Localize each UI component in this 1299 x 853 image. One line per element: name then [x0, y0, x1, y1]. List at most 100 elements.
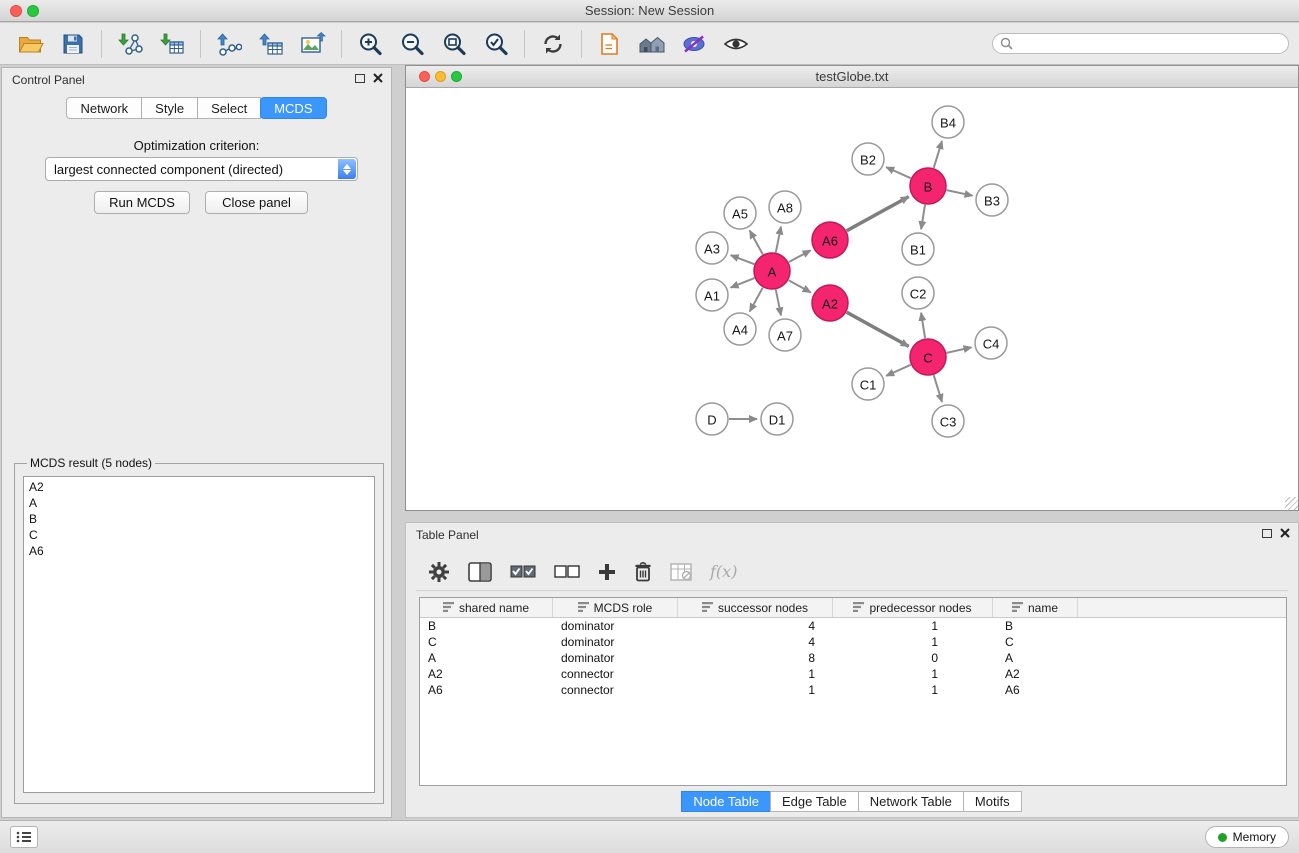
memory-button[interactable]: Memory — [1205, 826, 1289, 848]
graph-edge-A-A1[interactable] — [731, 278, 755, 288]
mcds-result-list[interactable]: A2ABCA6 — [23, 476, 375, 793]
network-window-close-button[interactable] — [419, 71, 430, 82]
table-row[interactable]: A6connector11A6 — [420, 682, 1286, 698]
network-window-minimize-button[interactable] — [435, 71, 446, 82]
zoom-in-button[interactable] — [349, 26, 391, 62]
graph-edge-C-C4[interactable] — [947, 347, 972, 353]
zoom-fit-button[interactable] — [433, 26, 475, 62]
resize-grip[interactable] — [1285, 497, 1298, 510]
table-cell[interactable]: 4 — [678, 634, 833, 650]
mcds-result-item[interactable]: A — [29, 495, 369, 511]
network-window-zoom-button[interactable] — [451, 71, 462, 82]
graph-node-B[interactable]: B — [910, 168, 946, 204]
eye-button[interactable] — [715, 26, 757, 62]
graph-node-A5[interactable]: A5 — [724, 197, 756, 229]
zoom-out-button[interactable] — [391, 26, 433, 62]
tab-select[interactable]: Select — [197, 97, 261, 119]
graph-node-A2[interactable]: A2 — [812, 285, 848, 321]
network-graph[interactable]: AA6A2BCA5A8A3A1A4A7B1B2B3B4C1C2C3C4DD1 — [406, 89, 1298, 510]
column-header-successor-nodes[interactable]: successor nodes — [678, 598, 833, 617]
graph-edge-A-A7[interactable] — [776, 290, 781, 316]
mcds-result-item[interactable]: C — [29, 527, 369, 543]
graph-edge-B-B1[interactable] — [921, 205, 925, 229]
graph-edge-C-C2[interactable] — [921, 313, 925, 338]
function-builder-button[interactable]: f(x) — [710, 562, 737, 581]
graph-node-C4[interactable]: C4 — [975, 327, 1007, 359]
window-zoom-button[interactable] — [27, 5, 39, 17]
column-header-name[interactable]: name — [993, 598, 1078, 617]
table-row[interactable]: Bdominator41B — [420, 618, 1286, 634]
create-column-button[interactable] — [598, 563, 616, 581]
close-panel-icon[interactable] — [373, 73, 383, 83]
graph-node-B2[interactable]: B2 — [852, 143, 884, 175]
table-cell[interactable]: connector — [553, 666, 678, 682]
graph-edge-A-A5[interactable] — [750, 231, 763, 255]
table-cell[interactable]: A2 — [420, 666, 553, 682]
table-cell[interactable]: 1 — [833, 682, 993, 698]
table-row[interactable]: A2connector11A2 — [420, 666, 1286, 682]
graph-node-D1[interactable]: D1 — [761, 403, 793, 435]
deselect-all-button[interactable] — [554, 563, 580, 581]
table-cell[interactable]: 0 — [833, 650, 993, 666]
graph-node-A8[interactable]: A8 — [769, 191, 801, 223]
table-cell[interactable]: 1 — [833, 634, 993, 650]
graph-node-B4[interactable]: B4 — [932, 106, 964, 138]
tab-edge-table[interactable]: Edge Table — [770, 791, 859, 812]
table-options-button[interactable] — [670, 563, 692, 581]
open-file-button[interactable] — [10, 26, 52, 62]
graph-node-A1[interactable]: A1 — [696, 279, 728, 311]
graph-edge-A-A6[interactable] — [789, 250, 811, 262]
table-cell[interactable]: A — [993, 650, 1078, 666]
tab-network[interactable]: Network — [66, 97, 142, 119]
export-image-button[interactable] — [292, 26, 334, 62]
table-cell[interactable]: 1 — [833, 618, 993, 634]
graph-edge-A6-B[interactable] — [847, 197, 909, 231]
graph-node-B1[interactable]: B1 — [902, 233, 934, 265]
graph-node-A4[interactable]: A4 — [724, 313, 756, 345]
table-cell[interactable]: A6 — [420, 682, 553, 698]
tab-node-table[interactable]: Node Table — [681, 791, 771, 812]
mcds-result-item[interactable]: A2 — [29, 479, 369, 495]
graph-node-C3[interactable]: C3 — [932, 405, 964, 437]
graph-node-C[interactable]: C — [910, 339, 946, 375]
select-all-button[interactable] — [510, 563, 536, 581]
zoom-selected-button[interactable] — [475, 26, 517, 62]
graph-edge-B-B2[interactable] — [886, 167, 911, 178]
table-row[interactable]: Adominator80A — [420, 650, 1286, 666]
table-cell[interactable]: dominator — [553, 650, 678, 666]
graph-node-A6[interactable]: A6 — [812, 222, 848, 258]
float-panel-icon[interactable] — [1262, 529, 1272, 538]
table-cell[interactable]: B — [993, 618, 1078, 634]
houses-button[interactable] — [631, 26, 673, 62]
status-menu-button[interactable] — [10, 826, 38, 848]
table-cell[interactable]: C — [993, 634, 1078, 650]
graph-edge-A-A8[interactable] — [776, 227, 781, 253]
column-header-predecessor-nodes[interactable]: predecessor nodes — [833, 598, 993, 617]
float-panel-icon[interactable] — [355, 74, 365, 83]
table-cell[interactable]: 1 — [678, 682, 833, 698]
export-network-button[interactable] — [208, 26, 250, 62]
graph-edge-C-C3[interactable] — [934, 375, 942, 402]
delete-column-button[interactable] — [634, 561, 652, 582]
mcds-result-item[interactable]: B — [29, 511, 369, 527]
table-cell[interactable]: 1 — [833, 666, 993, 682]
table-cell[interactable]: 1 — [678, 666, 833, 682]
network-canvas[interactable]: AA6A2BCA5A8A3A1A4A7B1B2B3B4C1C2C3C4DD1 — [406, 89, 1298, 510]
tab-motifs[interactable]: Motifs — [963, 791, 1022, 812]
save-session-button[interactable] — [52, 26, 94, 62]
graph-node-B3[interactable]: B3 — [976, 184, 1008, 216]
tab-mcds[interactable]: MCDS — [260, 97, 326, 119]
export-table-button[interactable] — [250, 26, 292, 62]
tab-network-table[interactable]: Network Table — [858, 791, 964, 812]
table-cell[interactable]: dominator — [553, 618, 678, 634]
table-row[interactable]: Cdominator41C — [420, 634, 1286, 650]
column-header-MCDS-role[interactable]: MCDS role — [553, 598, 678, 617]
document-button[interactable] — [589, 26, 631, 62]
table-cell[interactable]: A6 — [993, 682, 1078, 698]
table-cell[interactable]: dominator — [553, 634, 678, 650]
graph-edge-C-C1[interactable] — [886, 365, 911, 376]
show-columns-button[interactable] — [468, 562, 492, 582]
graph-edge-A-A3[interactable] — [731, 255, 755, 264]
graph-edge-B-B3[interactable] — [947, 190, 973, 196]
graph-node-A[interactable]: A — [754, 253, 790, 289]
